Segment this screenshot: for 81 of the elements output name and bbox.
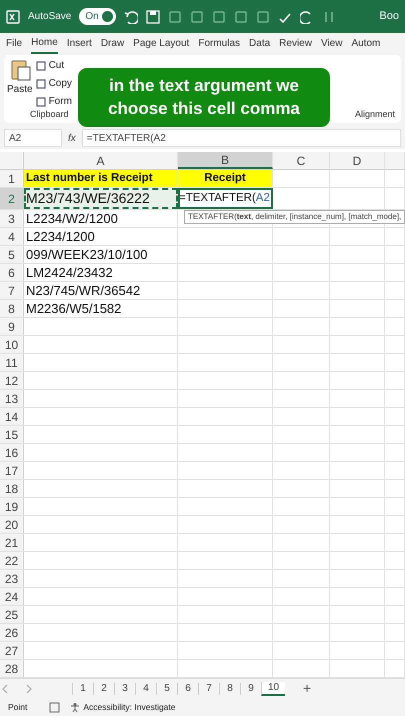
undo-icon[interactable]	[124, 10, 138, 24]
row-header[interactable]: 4	[0, 228, 24, 245]
row-header[interactable]: 21	[0, 534, 24, 551]
row-header[interactable]: 1	[0, 170, 24, 187]
row-header[interactable]: 19	[0, 498, 24, 515]
row-header[interactable]: 7	[0, 282, 24, 299]
ribbon-tab[interactable]: Autom	[351, 36, 380, 52]
document-title: Boo	[379, 9, 399, 24]
row-header[interactable]: 12	[0, 372, 24, 389]
sheet-tab[interactable]: 2	[93, 682, 114, 694]
table-cell: 099/WEEK23/10/100	[24, 246, 178, 263]
paste-icon[interactable]	[8, 58, 31, 82]
row-header[interactable]: 6	[0, 264, 24, 281]
row-header[interactable]: 23	[0, 570, 24, 587]
autosave-label: AutoSave	[28, 10, 72, 24]
caption-overlay: in the text argument we choose this cell comma	[78, 68, 330, 127]
row-header[interactable]: 15	[0, 426, 24, 443]
sheet-tab[interactable]: 10	[261, 682, 285, 696]
ribbon-tab[interactable]: Data	[249, 36, 270, 52]
row-header[interactable]: 5	[0, 246, 24, 263]
sheet-tab[interactable]: 6	[177, 682, 198, 694]
save-icon[interactable]	[146, 10, 160, 24]
row-header[interactable]: 16	[0, 444, 24, 461]
sheet-tab[interactable]: 3	[114, 682, 135, 694]
ribbon-tab[interactable]: View	[320, 36, 342, 52]
ribbon-tab[interactable]: Insert	[66, 36, 92, 52]
row-header[interactable]: 3	[0, 210, 24, 227]
add-sheet-button[interactable]: +	[303, 678, 312, 699]
table-cell: L2234/W2/1200	[24, 210, 178, 227]
format-painter-button[interactable]: Form	[36, 94, 72, 109]
row-header[interactable]: 26	[0, 624, 24, 641]
group-label: Clipboard	[30, 108, 69, 121]
ribbon-tab[interactable]: File	[6, 36, 22, 52]
ribbon-tab[interactable]: Page Layout	[133, 36, 190, 52]
row-header[interactable]: 2	[0, 188, 24, 209]
autosave-toggle[interactable]: On	[79, 8, 116, 25]
status-mode: Point	[8, 700, 28, 714]
row-header[interactable]: 11	[0, 354, 24, 371]
table-cell: M2236/W5/1582	[24, 300, 178, 317]
cut-button[interactable]: Cut	[36, 58, 72, 73]
row-header[interactable]: 24	[0, 588, 24, 605]
table-cell: L2234/1200	[24, 228, 178, 245]
row-header[interactable]: 18	[0, 480, 24, 497]
person-icon	[70, 702, 80, 712]
sheet-tab[interactable]: 7	[198, 682, 219, 694]
sheet-tab[interactable]: 4	[135, 682, 156, 694]
paste-button[interactable]: Paste	[7, 82, 33, 97]
chevron-right-icon[interactable]	[24, 682, 34, 694]
table-cell: =TEXTAFTER(A2	[178, 188, 273, 209]
row-header[interactable]: 10	[0, 336, 24, 353]
row-header[interactable]: 28	[0, 660, 24, 677]
table-cell: Last number is Receipt	[24, 170, 178, 187]
spreadsheet-icon[interactable]	[6, 10, 20, 24]
ribbon-tab[interactable]: Draw	[100, 36, 124, 52]
table-cell: LM2424/23432	[24, 264, 178, 281]
row-header[interactable]: 9	[0, 318, 24, 335]
table-cell: N23/745/WR/36542	[24, 282, 178, 299]
ribbon-tab[interactable]: Review	[279, 36, 312, 52]
row-header[interactable]: 20	[0, 516, 24, 533]
copy-button[interactable]: Copy	[36, 76, 72, 91]
table-cell: Receipt	[178, 170, 273, 187]
function-tooltip: TEXTAFTER(text, delimiter, [instance_num], [match_mode],	[184, 210, 405, 224]
row-header[interactable]: 25	[0, 606, 24, 623]
sheet-tab[interactable]: 8	[219, 682, 240, 694]
fx-label: fx	[68, 132, 76, 146]
group-label: Alignment	[354, 108, 395, 121]
chevron-left-icon[interactable]	[0, 682, 10, 694]
sheet-tab[interactable]: 5	[156, 682, 177, 694]
row-header[interactable]: 17	[0, 462, 24, 479]
row-header[interactable]: 13	[0, 390, 24, 407]
sheet-tab[interactable]: 1	[72, 682, 93, 694]
row-header[interactable]: 14	[0, 408, 24, 425]
accessibility-button[interactable]: Accessibility: Investigate	[70, 700, 176, 714]
row-header[interactable]: 8	[0, 300, 24, 317]
row-header[interactable]: 22	[0, 552, 24, 569]
name-box[interactable]: A2	[4, 129, 62, 147]
table-cell: M23/743/WE/36222	[24, 188, 178, 209]
ribbon-tab[interactable]: Formulas	[198, 36, 240, 52]
row-header[interactable]: 27	[0, 642, 24, 659]
column-header[interactable]: B	[178, 152, 273, 169]
formula-field[interactable]: =TEXTAFTER(A2	[82, 129, 401, 147]
